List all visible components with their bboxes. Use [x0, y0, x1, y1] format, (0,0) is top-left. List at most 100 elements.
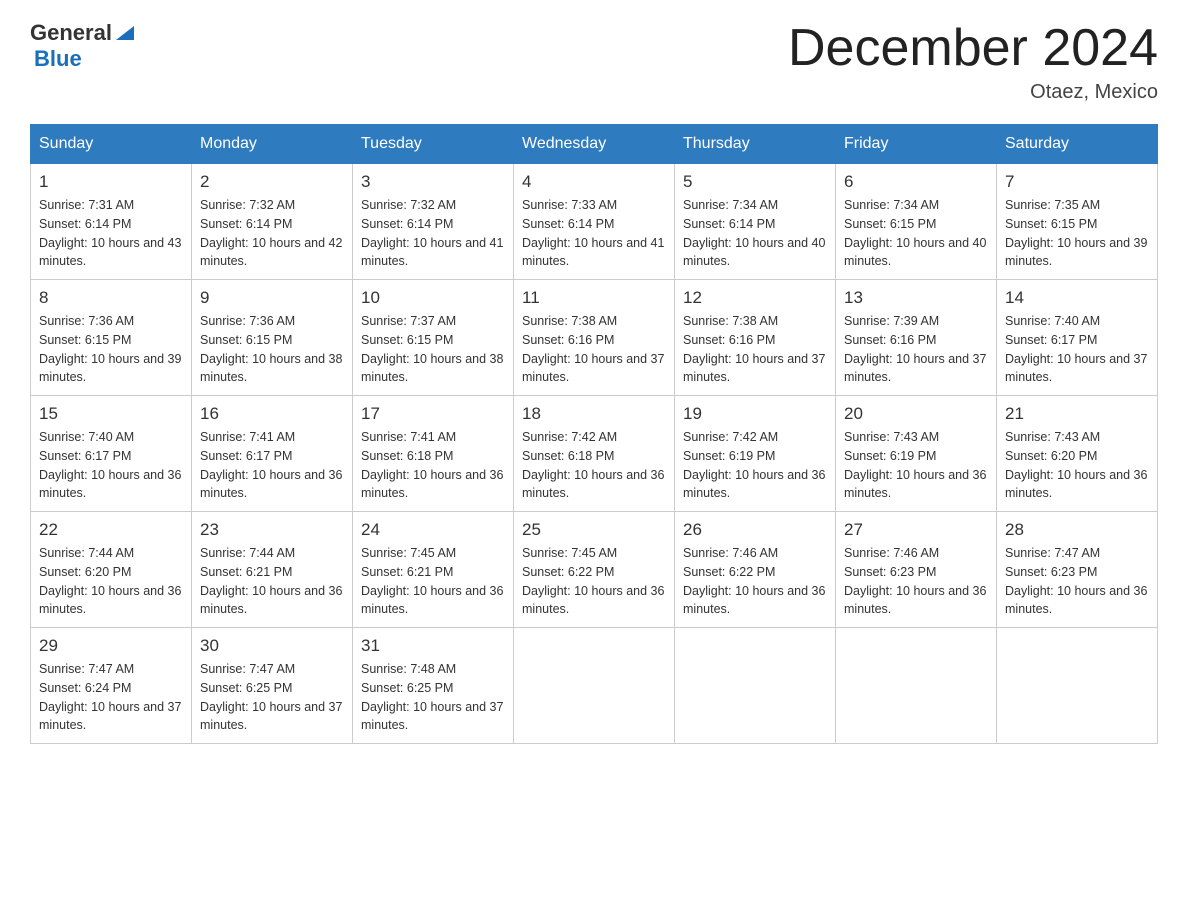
- day-number: 12: [683, 288, 827, 308]
- calendar-body: 1 Sunrise: 7:31 AMSunset: 6:14 PMDayligh…: [31, 164, 1158, 744]
- week-row-3: 15 Sunrise: 7:40 AMSunset: 6:17 PMDaylig…: [31, 396, 1158, 512]
- calendar-cell: 31 Sunrise: 7:48 AMSunset: 6:25 PMDaylig…: [353, 628, 514, 744]
- day-number: 3: [361, 172, 505, 192]
- day-info: Sunrise: 7:43 AMSunset: 6:20 PMDaylight:…: [1005, 428, 1149, 503]
- calendar-cell: 10 Sunrise: 7:37 AMSunset: 6:15 PMDaylig…: [353, 280, 514, 396]
- day-info: Sunrise: 7:34 AMSunset: 6:14 PMDaylight:…: [683, 196, 827, 271]
- days-of-week-row: SundayMondayTuesdayWednesdayThursdayFrid…: [31, 125, 1158, 164]
- day-info: Sunrise: 7:33 AMSunset: 6:14 PMDaylight:…: [522, 196, 666, 271]
- day-info: Sunrise: 7:46 AMSunset: 6:23 PMDaylight:…: [844, 544, 988, 619]
- day-number: 29: [39, 636, 183, 656]
- day-info: Sunrise: 7:42 AMSunset: 6:19 PMDaylight:…: [683, 428, 827, 503]
- title-section: December 2024 Otaez, Mexico: [788, 20, 1158, 104]
- day-info: Sunrise: 7:38 AMSunset: 6:16 PMDaylight:…: [522, 312, 666, 387]
- calendar-cell: 26 Sunrise: 7:46 AMSunset: 6:22 PMDaylig…: [675, 512, 836, 628]
- header-monday: Monday: [192, 125, 353, 164]
- day-info: Sunrise: 7:39 AMSunset: 6:16 PMDaylight:…: [844, 312, 988, 387]
- calendar-cell: [997, 628, 1158, 744]
- day-info: Sunrise: 7:35 AMSunset: 6:15 PMDaylight:…: [1005, 196, 1149, 271]
- calendar-cell: 3 Sunrise: 7:32 AMSunset: 6:14 PMDayligh…: [353, 164, 514, 280]
- day-info: Sunrise: 7:42 AMSunset: 6:18 PMDaylight:…: [522, 428, 666, 503]
- calendar-cell: 20 Sunrise: 7:43 AMSunset: 6:19 PMDaylig…: [836, 396, 997, 512]
- calendar-cell: 22 Sunrise: 7:44 AMSunset: 6:20 PMDaylig…: [31, 512, 192, 628]
- day-info: Sunrise: 7:41 AMSunset: 6:17 PMDaylight:…: [200, 428, 344, 503]
- calendar-cell: 27 Sunrise: 7:46 AMSunset: 6:23 PMDaylig…: [836, 512, 997, 628]
- week-row-4: 22 Sunrise: 7:44 AMSunset: 6:20 PMDaylig…: [31, 512, 1158, 628]
- day-info: Sunrise: 7:44 AMSunset: 6:20 PMDaylight:…: [39, 544, 183, 619]
- day-info: Sunrise: 7:47 AMSunset: 6:24 PMDaylight:…: [39, 660, 183, 735]
- day-number: 8: [39, 288, 183, 308]
- calendar-cell: 6 Sunrise: 7:34 AMSunset: 6:15 PMDayligh…: [836, 164, 997, 280]
- header-thursday: Thursday: [675, 125, 836, 164]
- calendar-cell: 8 Sunrise: 7:36 AMSunset: 6:15 PMDayligh…: [31, 280, 192, 396]
- day-info: Sunrise: 7:47 AMSunset: 6:25 PMDaylight:…: [200, 660, 344, 735]
- calendar-cell: 25 Sunrise: 7:45 AMSunset: 6:22 PMDaylig…: [514, 512, 675, 628]
- day-info: Sunrise: 7:41 AMSunset: 6:18 PMDaylight:…: [361, 428, 505, 503]
- calendar-cell: 28 Sunrise: 7:47 AMSunset: 6:23 PMDaylig…: [997, 512, 1158, 628]
- day-info: Sunrise: 7:48 AMSunset: 6:25 PMDaylight:…: [361, 660, 505, 735]
- calendar-cell: 16 Sunrise: 7:41 AMSunset: 6:17 PMDaylig…: [192, 396, 353, 512]
- calendar-cell: 24 Sunrise: 7:45 AMSunset: 6:21 PMDaylig…: [353, 512, 514, 628]
- calendar-cell: 9 Sunrise: 7:36 AMSunset: 6:15 PMDayligh…: [192, 280, 353, 396]
- day-info: Sunrise: 7:32 AMSunset: 6:14 PMDaylight:…: [361, 196, 505, 271]
- header-saturday: Saturday: [997, 125, 1158, 164]
- day-number: 7: [1005, 172, 1149, 192]
- day-number: 4: [522, 172, 666, 192]
- logo: General Blue: [30, 20, 136, 72]
- day-number: 6: [844, 172, 988, 192]
- calendar-cell: 7 Sunrise: 7:35 AMSunset: 6:15 PMDayligh…: [997, 164, 1158, 280]
- calendar-cell: 1 Sunrise: 7:31 AMSunset: 6:14 PMDayligh…: [31, 164, 192, 280]
- calendar-cell: 13 Sunrise: 7:39 AMSunset: 6:16 PMDaylig…: [836, 280, 997, 396]
- day-number: 11: [522, 288, 666, 308]
- day-number: 19: [683, 404, 827, 424]
- day-number: 16: [200, 404, 344, 424]
- day-number: 23: [200, 520, 344, 540]
- day-number: 14: [1005, 288, 1149, 308]
- header-wednesday: Wednesday: [514, 125, 675, 164]
- calendar-cell: 2 Sunrise: 7:32 AMSunset: 6:14 PMDayligh…: [192, 164, 353, 280]
- week-row-2: 8 Sunrise: 7:36 AMSunset: 6:15 PMDayligh…: [31, 280, 1158, 396]
- day-info: Sunrise: 7:43 AMSunset: 6:19 PMDaylight:…: [844, 428, 988, 503]
- day-number: 5: [683, 172, 827, 192]
- day-number: 15: [39, 404, 183, 424]
- logo-general-text: General: [30, 20, 112, 46]
- calendar-header: SundayMondayTuesdayWednesdayThursdayFrid…: [31, 125, 1158, 164]
- day-number: 27: [844, 520, 988, 540]
- calendar-cell: 11 Sunrise: 7:38 AMSunset: 6:16 PMDaylig…: [514, 280, 675, 396]
- day-info: Sunrise: 7:37 AMSunset: 6:15 PMDaylight:…: [361, 312, 505, 387]
- day-info: Sunrise: 7:40 AMSunset: 6:17 PMDaylight:…: [1005, 312, 1149, 387]
- calendar-cell: [675, 628, 836, 744]
- day-info: Sunrise: 7:40 AMSunset: 6:17 PMDaylight:…: [39, 428, 183, 503]
- day-number: 25: [522, 520, 666, 540]
- day-info: Sunrise: 7:36 AMSunset: 6:15 PMDaylight:…: [39, 312, 183, 387]
- calendar-cell: 23 Sunrise: 7:44 AMSunset: 6:21 PMDaylig…: [192, 512, 353, 628]
- day-number: 31: [361, 636, 505, 656]
- day-number: 21: [1005, 404, 1149, 424]
- calendar-cell: 12 Sunrise: 7:38 AMSunset: 6:16 PMDaylig…: [675, 280, 836, 396]
- day-number: 24: [361, 520, 505, 540]
- calendar-cell: 30 Sunrise: 7:47 AMSunset: 6:25 PMDaylig…: [192, 628, 353, 744]
- day-number: 9: [200, 288, 344, 308]
- calendar-cell: 18 Sunrise: 7:42 AMSunset: 6:18 PMDaylig…: [514, 396, 675, 512]
- month-title: December 2024: [788, 20, 1158, 77]
- day-number: 17: [361, 404, 505, 424]
- day-info: Sunrise: 7:32 AMSunset: 6:14 PMDaylight:…: [200, 196, 344, 271]
- calendar-cell: 17 Sunrise: 7:41 AMSunset: 6:18 PMDaylig…: [353, 396, 514, 512]
- calendar-cell: 21 Sunrise: 7:43 AMSunset: 6:20 PMDaylig…: [997, 396, 1158, 512]
- week-row-5: 29 Sunrise: 7:47 AMSunset: 6:24 PMDaylig…: [31, 628, 1158, 744]
- day-info: Sunrise: 7:44 AMSunset: 6:21 PMDaylight:…: [200, 544, 344, 619]
- day-number: 30: [200, 636, 344, 656]
- day-info: Sunrise: 7:45 AMSunset: 6:21 PMDaylight:…: [361, 544, 505, 619]
- day-number: 26: [683, 520, 827, 540]
- day-info: Sunrise: 7:38 AMSunset: 6:16 PMDaylight:…: [683, 312, 827, 387]
- day-number: 2: [200, 172, 344, 192]
- calendar-cell: 19 Sunrise: 7:42 AMSunset: 6:19 PMDaylig…: [675, 396, 836, 512]
- day-info: Sunrise: 7:34 AMSunset: 6:15 PMDaylight:…: [844, 196, 988, 271]
- day-info: Sunrise: 7:36 AMSunset: 6:15 PMDaylight:…: [200, 312, 344, 387]
- day-number: 22: [39, 520, 183, 540]
- day-number: 13: [844, 288, 988, 308]
- logo-triangle-icon: [114, 22, 136, 44]
- header-friday: Friday: [836, 125, 997, 164]
- logo-blue-text: Blue: [34, 46, 82, 72]
- day-number: 28: [1005, 520, 1149, 540]
